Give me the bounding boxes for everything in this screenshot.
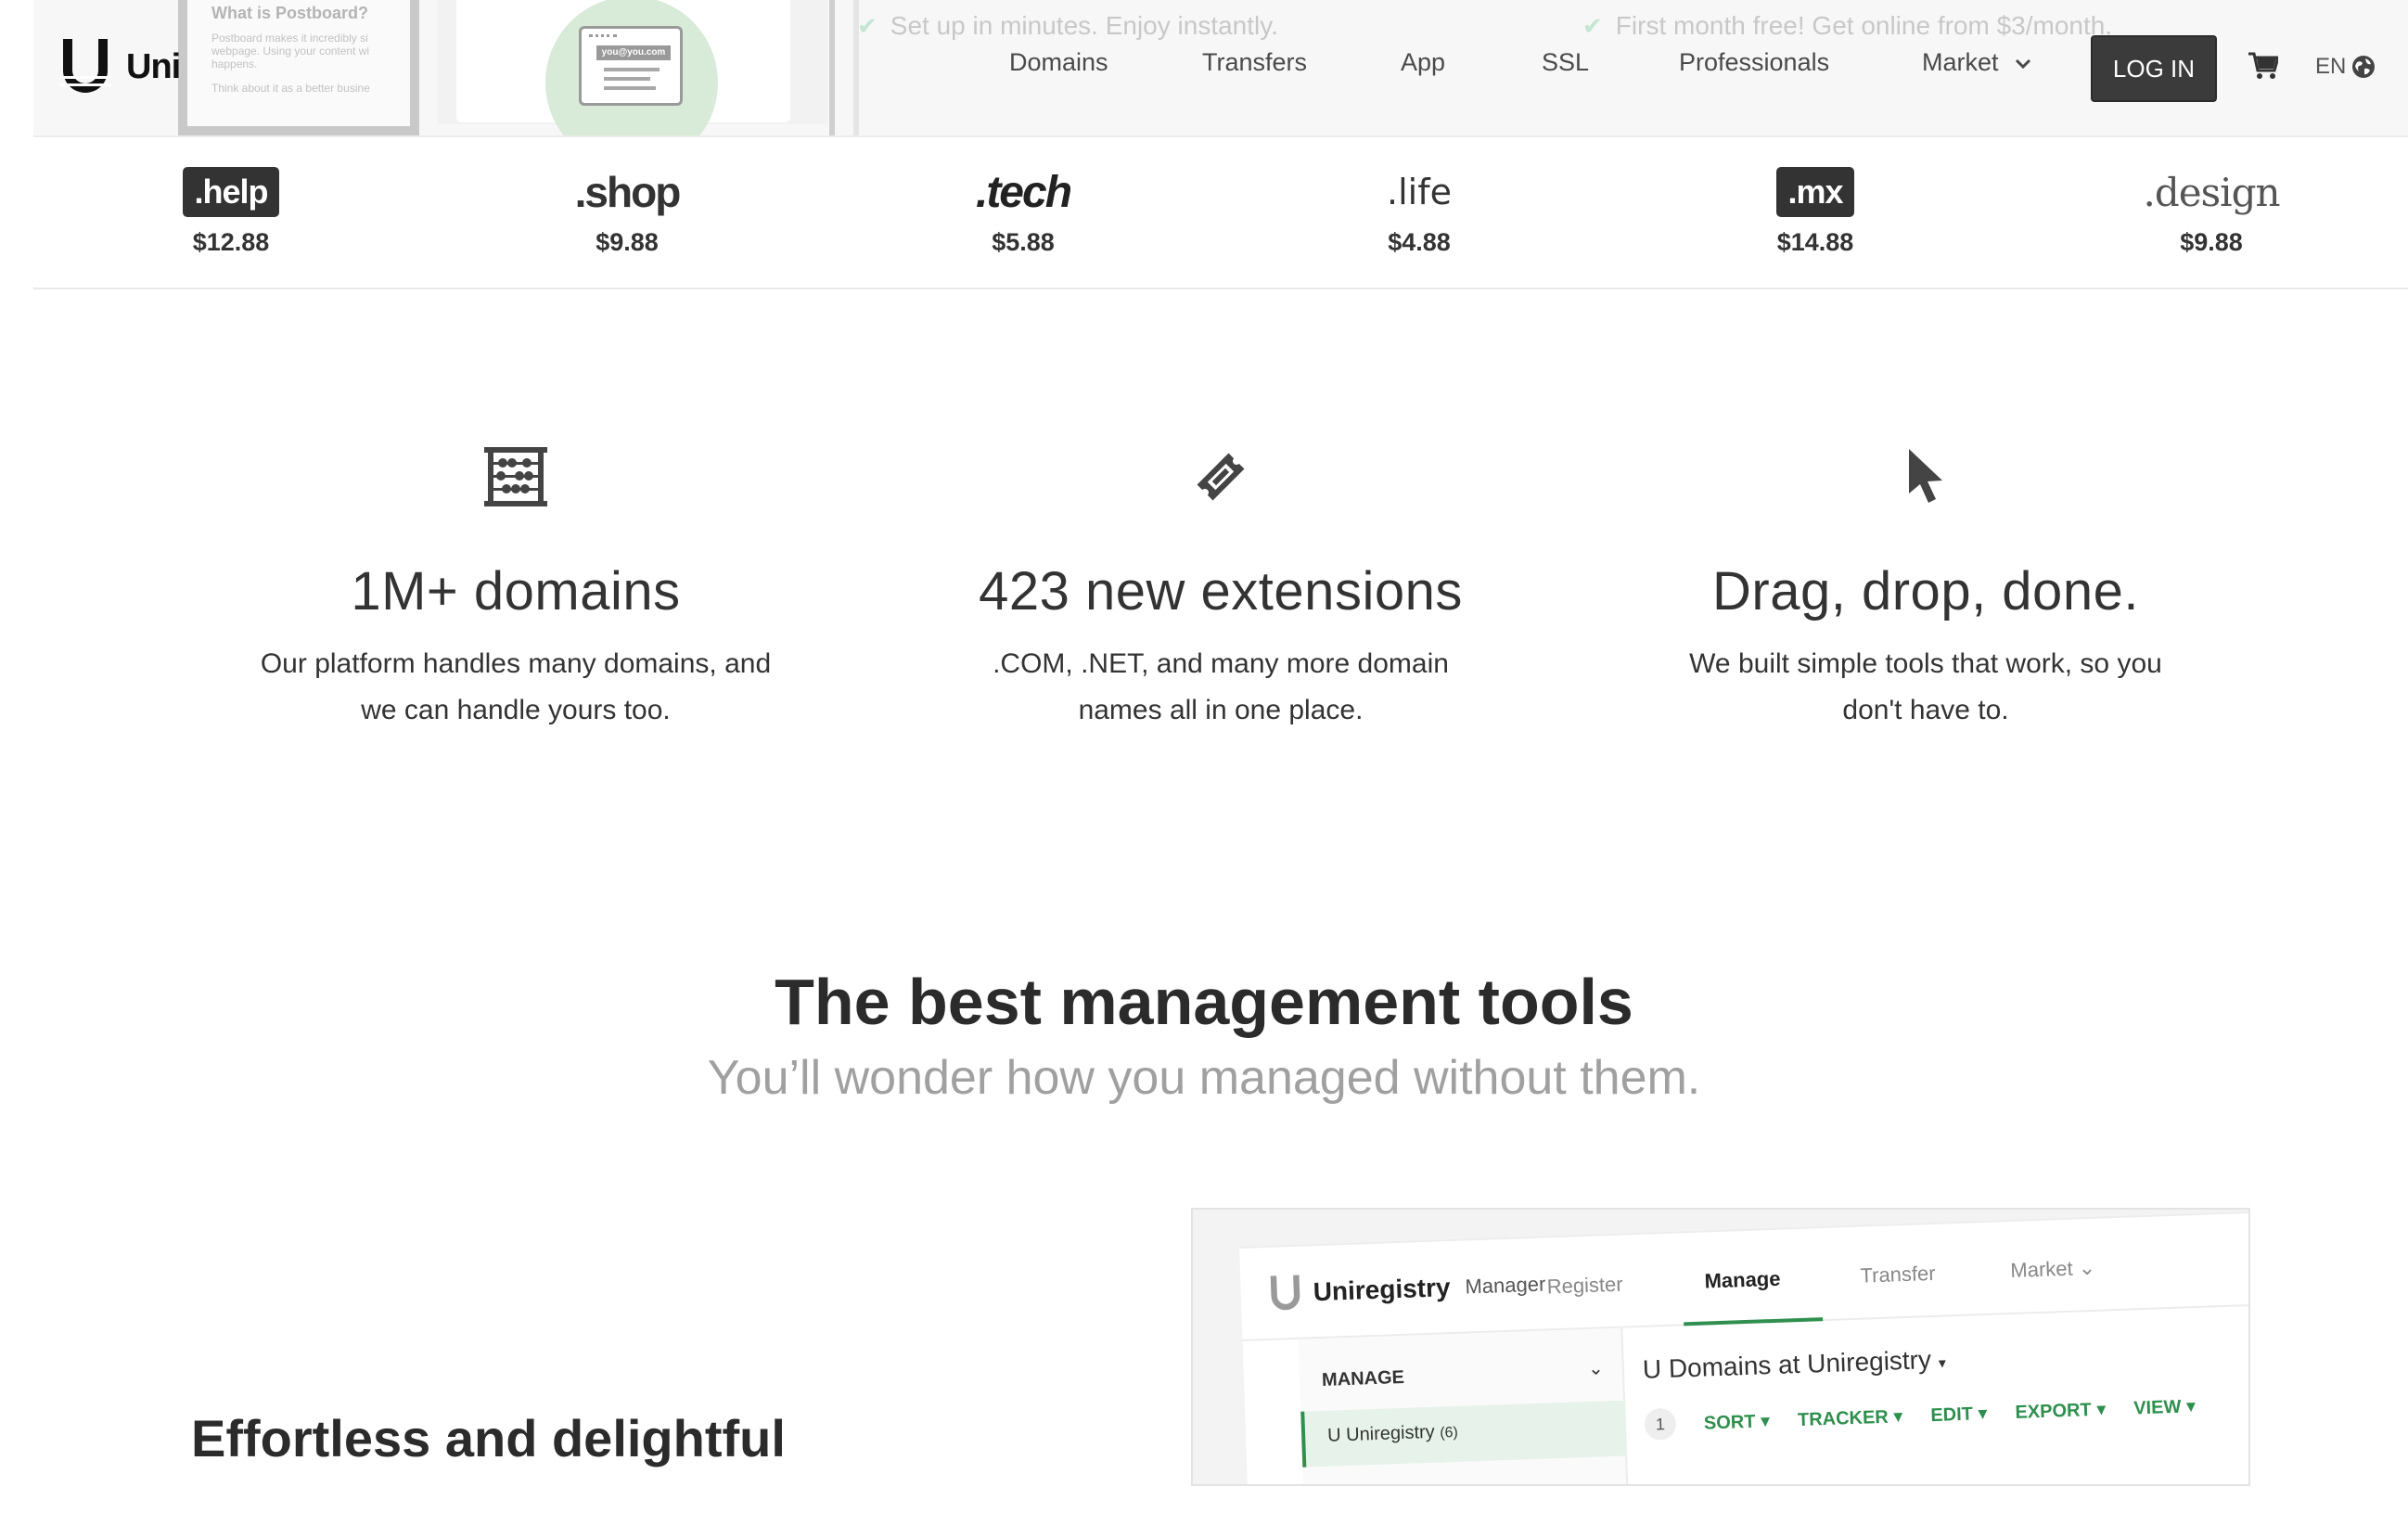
mock-header: Uniregistry Manager Register Manage Tran… bbox=[1239, 1211, 2248, 1341]
chevron-down-icon bbox=[2015, 58, 2031, 69]
extension-tech[interactable]: .tech $5.88 bbox=[884, 167, 1162, 257]
nav-professionals[interactable]: Professionals bbox=[1679, 48, 1829, 77]
mock-active-tab-indicator bbox=[1684, 1317, 1824, 1326]
mock-tab-manage: Manage bbox=[1704, 1266, 1781, 1293]
nav-transfers[interactable]: Transfers bbox=[1202, 48, 1307, 77]
chevron-down-icon: ⌄ bbox=[1587, 1358, 1605, 1379]
feature-extensions: 423 new extensions .COM, .NET, and many … bbox=[933, 440, 1508, 734]
phone-text-line: Postboard makes it incredibly si bbox=[211, 32, 368, 45]
extension-price: $14.88 bbox=[1776, 228, 1854, 256]
language-selector[interactable]: EN bbox=[2315, 54, 2376, 80]
caret-down-icon: ▾ bbox=[1938, 1355, 1947, 1372]
extension-help[interactable]: .help $12.88 bbox=[92, 167, 370, 257]
extension-logo: .design bbox=[2143, 169, 2280, 215]
mock-tool: EXPORT ▾ bbox=[2015, 1399, 2107, 1423]
feature-drag-drop: Drag, drop, done. We built simple tools … bbox=[1638, 440, 2213, 734]
extension-price: $4.88 bbox=[1388, 228, 1451, 256]
feature-description: We built simple tools that work, so you d… bbox=[1689, 648, 2162, 725]
feature-heading: Effortless and delightful bbox=[191, 1409, 786, 1467]
uniregistry-logo-icon: U bbox=[1642, 1354, 1662, 1384]
nav-market[interactable]: Market bbox=[1922, 48, 2031, 77]
extension-mx[interactable]: .mx $14.88 bbox=[1676, 167, 1954, 257]
section-title: The best management tools bbox=[775, 966, 1633, 1038]
chevron-down-icon: ⌄ bbox=[2078, 1255, 2096, 1280]
feature-title: Drag, drop, done. bbox=[1712, 561, 2139, 622]
abacus-icon bbox=[228, 440, 803, 514]
mock-logo: Uniregistry Manager bbox=[1268, 1266, 1546, 1313]
feature-domains: 1M+ domains Our platform handles many do… bbox=[228, 440, 803, 734]
extension-price: $5.88 bbox=[992, 228, 1055, 256]
mock-brand: Uniregistry bbox=[1313, 1273, 1452, 1307]
mock-tab-market: Market ⌄ bbox=[2009, 1255, 2096, 1282]
mock-sidebar: MANAGE ⌄ U Uniregistry (6) bbox=[1298, 1327, 1631, 1484]
uniregistry-logo-icon: U bbox=[1326, 1425, 1341, 1446]
mock-tool: SORT ▾ bbox=[1703, 1410, 1771, 1434]
globe-icon bbox=[2352, 56, 2376, 78]
extension-logo: .help bbox=[183, 167, 279, 217]
extension-price-bar: .help $12.88 .shop $9.88 .tech $5.88 .li… bbox=[33, 139, 2408, 289]
phone-title: What is Postboard? bbox=[211, 4, 369, 22]
check-icon: ✔ bbox=[1582, 12, 1603, 40]
nav-ssl[interactable]: SSL bbox=[1542, 48, 1589, 77]
check-icon: ✔ bbox=[857, 12, 877, 40]
manager-screenshot-content: Uniregistry Manager Register Manage Tran… bbox=[1239, 1210, 2248, 1484]
uniregistry-logo-icon bbox=[1270, 1275, 1300, 1311]
mock-tab-register: Register bbox=[1546, 1272, 1624, 1299]
extension-price: $12.88 bbox=[192, 228, 270, 256]
feature-description: Our platform handles many domains, and we… bbox=[260, 648, 772, 725]
manager-screenshot: Uniregistry Manager Register Manage Tran… bbox=[1191, 1208, 2250, 1486]
mock-manager-label: Manager bbox=[1465, 1272, 1546, 1299]
extension-logo: .mx bbox=[1776, 167, 1854, 217]
mock-tool: TRACKER ▾ bbox=[1797, 1405, 1903, 1430]
mock-tool: EDIT ▾ bbox=[1929, 1403, 1988, 1426]
hero-perk: ✔ Set up in minutes. Enjoy instantly. bbox=[857, 11, 1278, 40]
extension-logo: .shop bbox=[574, 168, 682, 216]
ticket-icon bbox=[933, 440, 1508, 514]
extension-logo: .life bbox=[1387, 172, 1452, 212]
mock-main-title: U Domains at Uniregistry ▾ bbox=[1642, 1345, 1947, 1384]
main-nav: Domains Transfers App SSL Professionals … bbox=[0, 48, 2408, 85]
nav-domains[interactable]: Domains bbox=[1009, 48, 1108, 77]
hero-perk: ✔ First month free! Get online from $3/mo… bbox=[1582, 11, 2113, 40]
extension-logo: .tech bbox=[975, 167, 1072, 217]
feature-title: 1M+ domains bbox=[351, 561, 681, 622]
mock-tab-transfer: Transfer bbox=[1860, 1261, 1936, 1288]
extension-design[interactable]: .design $9.88 bbox=[2072, 167, 2350, 257]
mock-toolbar: 1 SORT ▾ TRACKER ▾ EDIT ▾ EXPORT ▾ VIEW … bbox=[1644, 1390, 2196, 1441]
extension-price: $9.88 bbox=[596, 228, 659, 256]
section-subtitle: You’ll wonder how you managed without th… bbox=[707, 1051, 1701, 1105]
nav-app[interactable]: App bbox=[1401, 48, 1445, 77]
feature-description: .COM, .NET, and many more domain names al… bbox=[993, 648, 1449, 725]
cart-icon[interactable] bbox=[2248, 52, 2280, 84]
feature-title: 423 new extensions bbox=[979, 561, 1463, 622]
mock-tool: VIEW ▾ bbox=[2133, 1395, 2197, 1418]
language-label: EN bbox=[2315, 54, 2347, 79]
cursor-icon bbox=[1638, 440, 2213, 514]
extension-life[interactable]: .life $4.88 bbox=[1280, 167, 1558, 257]
extension-shop[interactable]: .shop $9.88 bbox=[488, 167, 766, 257]
mock-selection-count: 1 bbox=[1644, 1407, 1677, 1441]
login-button[interactable]: LOG IN bbox=[2091, 35, 2217, 102]
mock-sidebar-heading: MANAGE bbox=[1321, 1366, 1405, 1390]
extension-price: $9.88 bbox=[2180, 228, 2243, 256]
mock-sidebar-item: U Uniregistry (6) bbox=[1300, 1400, 1628, 1467]
nav-market-label: Market bbox=[1922, 48, 1999, 76]
